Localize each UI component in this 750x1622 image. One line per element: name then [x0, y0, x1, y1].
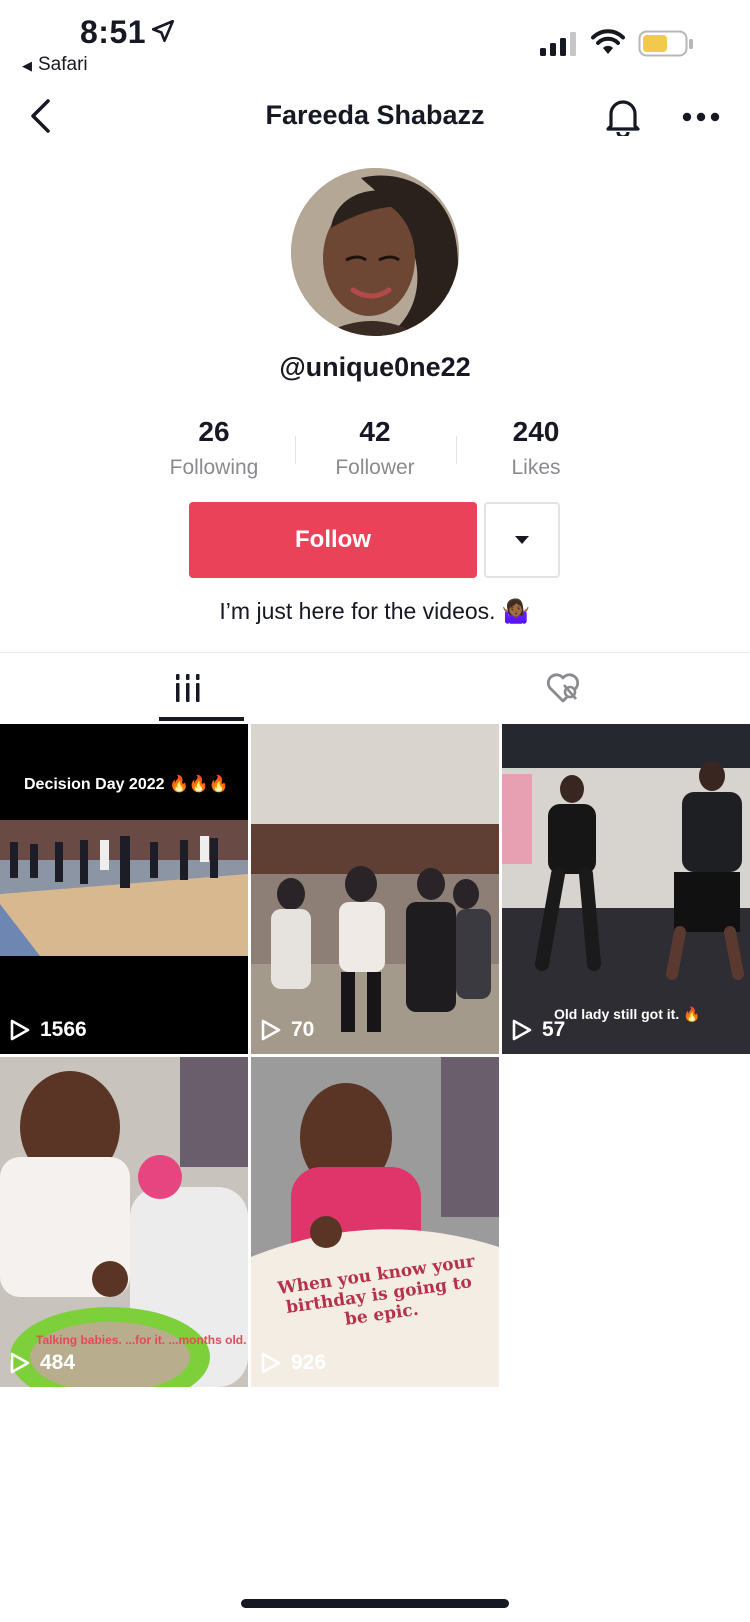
video-tile[interactable]: 70 [251, 724, 499, 1054]
video-thumbnail [502, 724, 750, 1054]
hidden-heart-icon [546, 673, 579, 703]
play-icon [512, 1019, 532, 1041]
following-count: 26 [198, 416, 230, 447]
profile-avatar[interactable] [291, 168, 459, 336]
follower-stat[interactable]: 42 Follower [295, 416, 455, 480]
liked-videos-tab[interactable] [375, 654, 750, 722]
status-bar: 8:51 ◀ Safari [0, 0, 750, 80]
view-count-value: 70 [291, 1018, 315, 1041]
profile-stats: 26 Following 42 Follower 240 Likes [0, 416, 750, 486]
stat-divider [295, 436, 296, 464]
battery-icon [638, 30, 693, 57]
following-stat[interactable]: 26 Following [134, 416, 294, 480]
video-tile[interactable]: Talking babies. ...for it. ...months old… [0, 1057, 248, 1387]
play-icon [10, 1019, 30, 1041]
grid-icon [175, 674, 199, 702]
view-count-value: 1566 [40, 1018, 87, 1041]
active-tab-indicator [159, 717, 244, 721]
location-arrow-icon [151, 19, 175, 43]
video-caption: Talking babies. ...for it. ...months old… [36, 1333, 247, 1347]
stat-divider [456, 436, 457, 464]
caret-down-icon [515, 536, 529, 544]
view-count-value: 57 [542, 1018, 566, 1041]
follow-button[interactable]: Follow [189, 502, 477, 578]
profile-bio: I’m just here for the videos. 🤷🏾‍♀️ [219, 598, 531, 624]
status-time: 8:51 [80, 14, 147, 50]
video-caption: Old lady still got it. 🔥 [554, 1006, 701, 1022]
cellular-signal-icon [540, 32, 576, 56]
wifi-icon [591, 29, 625, 54]
video-tile[interactable]: Decision Day 2022 🔥🔥🔥 1566 [0, 724, 248, 1054]
play-icon [261, 1019, 281, 1041]
video-tile[interactable]: When you know your birthday is going to … [251, 1057, 499, 1387]
home-indicator[interactable] [241, 1599, 509, 1608]
following-label: Following [169, 456, 259, 479]
back-triangle-icon: ◀ [22, 58, 32, 73]
likes-count: 240 [512, 416, 560, 447]
video-thumbnail [251, 724, 499, 1054]
view-count-value: 926 [291, 1351, 327, 1374]
view-count: 70 [261, 1018, 314, 1042]
likes-label: Likes [511, 456, 561, 479]
back-app-label: Safari [38, 54, 88, 75]
view-count: 484 [10, 1351, 75, 1375]
view-count: 926 [261, 1351, 326, 1375]
follower-count: 42 [359, 416, 391, 447]
videos-grid-tab[interactable] [0, 654, 375, 722]
profile-handle: @unique0ne22 [279, 352, 471, 382]
video-tile[interactable]: Old lady still got it. 🔥 57 [502, 724, 750, 1054]
view-count-value: 484 [40, 1351, 76, 1374]
follower-label: Follower [335, 456, 415, 479]
back-to-safari[interactable]: ◀ Safari [22, 54, 88, 76]
video-caption: Decision Day 2022 🔥🔥🔥 [24, 776, 229, 793]
suggested-accounts-button[interactable] [484, 502, 560, 578]
notification-bell-icon[interactable] [604, 96, 642, 136]
more-options-icon[interactable] [682, 112, 720, 122]
view-count: 1566 [10, 1018, 87, 1042]
tabs-divider [0, 652, 750, 653]
likes-stat[interactable]: 240 Likes [456, 416, 616, 480]
play-icon [261, 1352, 281, 1374]
play-icon [10, 1352, 30, 1374]
view-count: 57 [512, 1018, 565, 1042]
profile-nav-bar: Fareeda Shabazz [0, 86, 750, 146]
